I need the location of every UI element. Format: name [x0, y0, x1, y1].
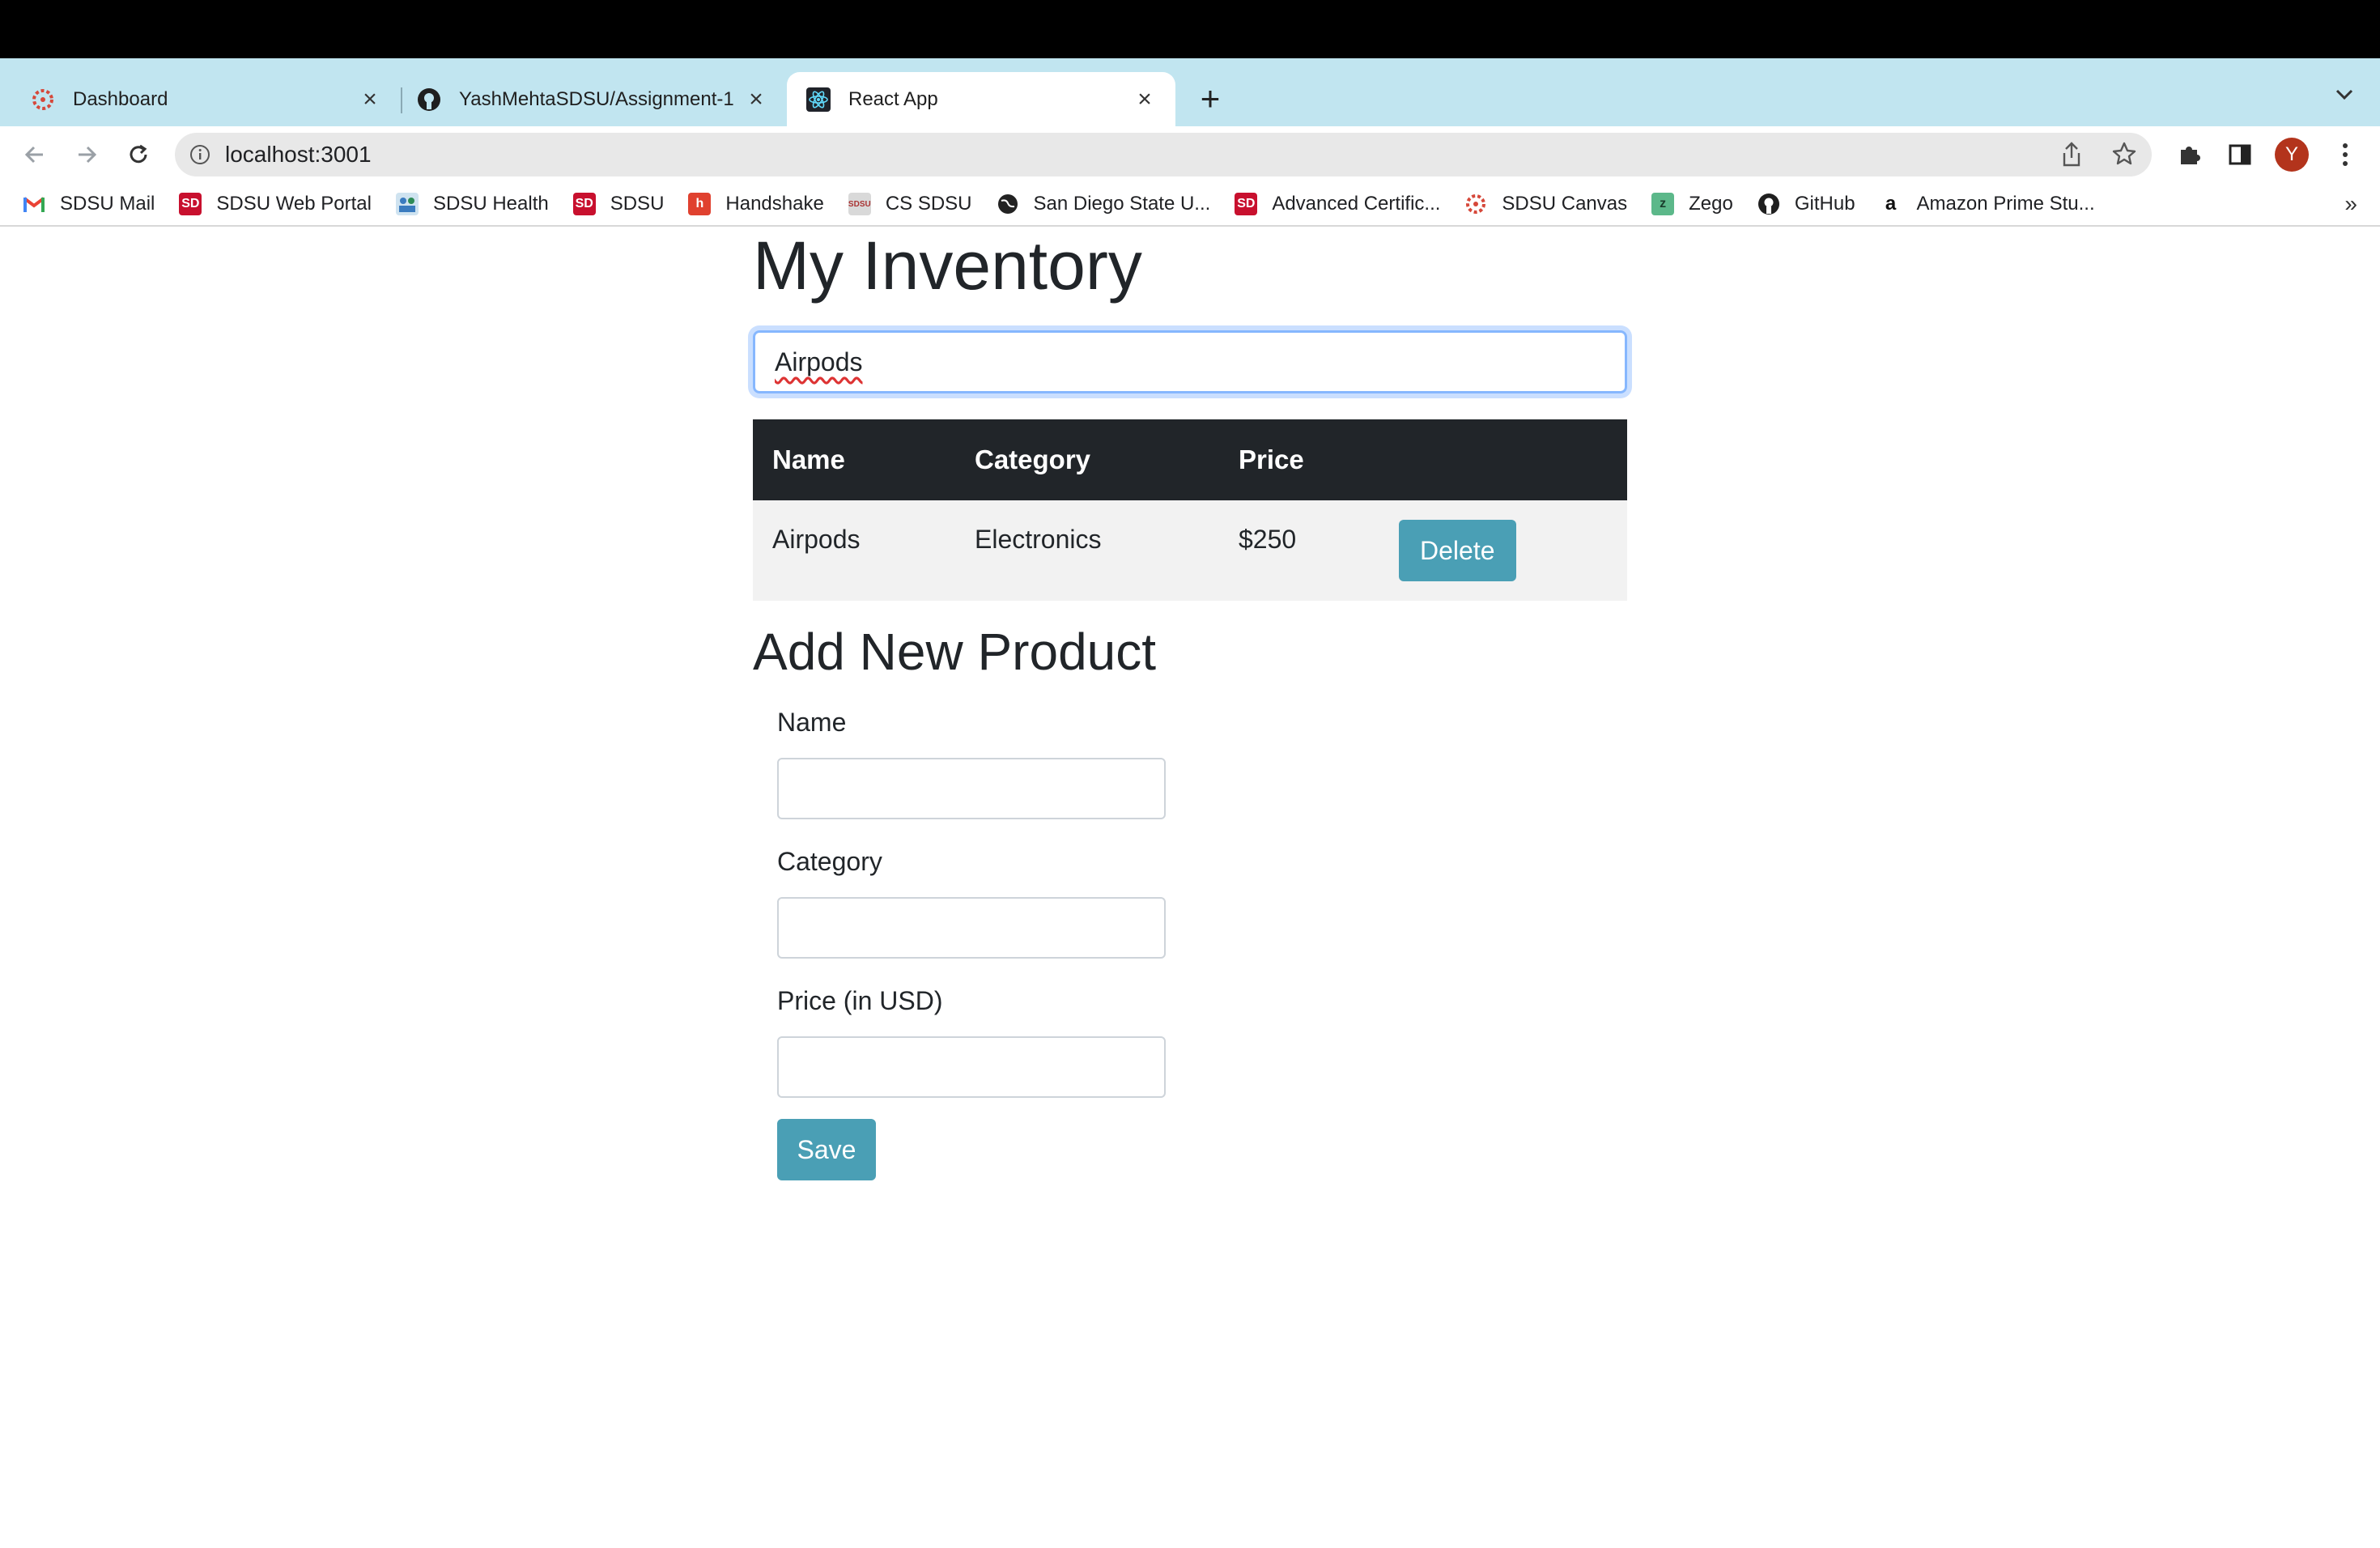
github-icon [1757, 193, 1780, 215]
forward-button[interactable] [70, 138, 104, 172]
cell-price: $250 [1219, 500, 1379, 601]
sdsu-icon: SD [1235, 193, 1258, 215]
bookmark-amazon-prime[interactable]: a Amazon Prime Stu... [1880, 193, 2095, 215]
reload-icon [130, 144, 147, 164]
cell-actions: Delete [1379, 500, 1627, 601]
bookmark-label: San Diego State U... [1033, 193, 1211, 215]
name-field[interactable] [777, 758, 1166, 819]
tab-search-chevron-icon[interactable] [2333, 83, 2356, 112]
sdsu-icon: SD [572, 193, 596, 215]
delete-button[interactable]: Delete [1399, 520, 1516, 581]
search-input[interactable]: Airpods [753, 330, 1627, 393]
reload-button[interactable] [121, 138, 155, 172]
bookmarks-bar: SDSU Mail SD SDSU Web Portal SDSU Health… [0, 183, 2380, 227]
bookmark-label: SDSU Canvas [1502, 193, 1628, 215]
react-icon [806, 87, 831, 112]
inventory-table: Name Category Price Airpods Electronics … [753, 419, 1627, 601]
bookmark-label: SDSU [610, 193, 665, 215]
price-field[interactable] [777, 1036, 1166, 1098]
tab-github[interactable]: YashMehtaSDSU/Assignment-1 × [402, 72, 787, 126]
health-icon [395, 193, 419, 215]
bookmark-cs-sdsu[interactable]: SDSU CS SDSU [848, 193, 972, 215]
bookmark-label: Advanced Certific... [1272, 193, 1441, 215]
price-label: Price (in USD) [777, 986, 943, 1015]
github-icon [417, 87, 441, 112]
back-button[interactable] [18, 138, 52, 172]
bookmark-advanced-certificate[interactable]: SD Advanced Certific... [1235, 193, 1440, 215]
tab-title: Dashboard [73, 87, 168, 110]
cell-category: Electronics [955, 500, 1219, 601]
canvas-icon [31, 87, 55, 112]
close-icon[interactable]: × [1133, 86, 1156, 113]
forward-arrow-icon [79, 146, 97, 164]
site-info-icon[interactable] [189, 144, 210, 165]
back-arrow-icon [24, 146, 43, 164]
table-row: Airpods Electronics $250 Delete [753, 500, 1627, 601]
tab-dashboard[interactable]: Dashboard × [0, 72, 401, 126]
zego-icon: z [1651, 193, 1675, 215]
share-icon[interactable] [2059, 141, 2084, 172]
bookmark-label: Amazon Prime Stu... [1916, 193, 2095, 215]
side-panel-icon[interactable] [2223, 138, 2257, 172]
address-bar[interactable]: localhost:3001 [175, 133, 2152, 176]
browser-toolbar: localhost:3001 Y [0, 126, 2380, 183]
profile-button[interactable]: Y [2275, 138, 2309, 172]
globe-icon [997, 193, 1019, 215]
page-title: My Inventory [753, 228, 1142, 304]
bookmark-label: Zego [1689, 193, 1733, 215]
add-product-title: Add New Product [753, 623, 1157, 681]
extensions-icon[interactable] [2173, 138, 2207, 172]
save-button[interactable]: Save [777, 1119, 876, 1180]
close-icon[interactable]: × [745, 86, 767, 113]
cs-icon: SDSU [848, 193, 871, 215]
kebab-menu-icon[interactable] [2328, 138, 2362, 172]
bookmark-san-diego-state[interactable]: San Diego State U... [997, 193, 1211, 215]
bookmark-zego[interactable]: z Zego [1651, 193, 1733, 215]
search-value: Airpods [775, 347, 863, 376]
handshake-icon: h [688, 193, 712, 215]
bookmark-label: SDSU Mail [60, 193, 155, 215]
bookmark-label: SDSU Health [432, 193, 549, 215]
avatar: Y [2275, 138, 2309, 172]
canvas-icon [1464, 193, 1487, 215]
tab-title: YashMehtaSDSU/Assignment-1 [459, 87, 734, 110]
bookmark-label: Handshake [725, 193, 824, 215]
bookmark-label: GitHub [1794, 193, 1855, 215]
bookmark-label: CS SDSU [885, 193, 972, 215]
bookmark-github[interactable]: GitHub [1757, 193, 1855, 215]
tab-title: React App [848, 87, 938, 110]
bookmarks-overflow-button[interactable]: » [2344, 191, 2357, 217]
category-label: Category [777, 847, 882, 876]
amazon-icon: a [1885, 193, 1897, 215]
table-header-row: Name Category Price [753, 419, 1627, 500]
bookmark-sdsu[interactable]: SD SDSU [572, 193, 665, 215]
tab-strip: Dashboard × YashMehtaSDSU/Assignment-1 ×… [0, 58, 2380, 126]
gmail-icon [23, 193, 45, 215]
bookmark-star-icon[interactable] [2111, 141, 2137, 172]
bookmark-label: SDSU Web Portal [216, 193, 372, 215]
column-header-actions [1379, 419, 1627, 500]
cell-name: Airpods [753, 500, 955, 601]
tab-react-app[interactable]: React App × [787, 72, 1175, 126]
bookmark-handshake[interactable]: h Handshake [688, 193, 824, 215]
bookmark-sdsu-health[interactable]: SDSU Health [395, 193, 549, 215]
column-header-category: Category [955, 419, 1219, 500]
bookmark-sdsu-canvas[interactable]: SDSU Canvas [1464, 193, 1627, 215]
category-field[interactable] [777, 897, 1166, 959]
name-label: Name [777, 708, 847, 737]
bookmark-sdsu-web-portal[interactable]: SD SDSU Web Portal [179, 193, 372, 215]
system-top-bar [0, 0, 2380, 58]
url-text: localhost:3001 [225, 142, 372, 167]
column-header-price: Price [1219, 419, 1379, 500]
column-header-name: Name [753, 419, 955, 500]
close-icon[interactable]: × [359, 86, 381, 113]
bookmark-sdsu-mail[interactable]: SDSU Mail [23, 193, 155, 215]
sdsu-icon: SD [179, 193, 202, 215]
new-tab-button[interactable]: + [1194, 82, 1226, 116]
